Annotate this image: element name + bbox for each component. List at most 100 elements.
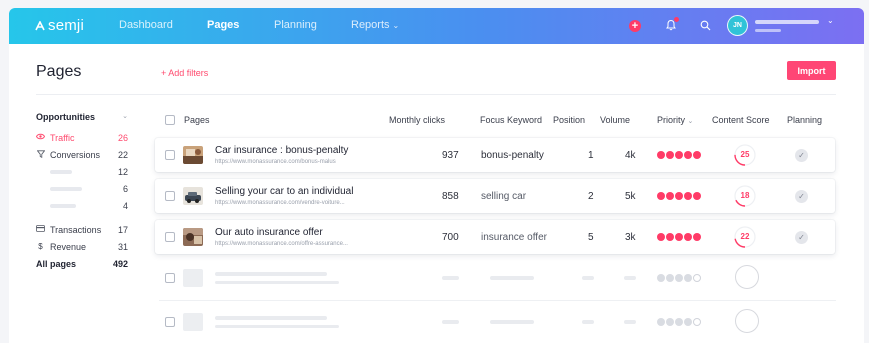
add-icon[interactable]: + — [629, 20, 641, 32]
priority-dot — [684, 318, 692, 326]
user-menu-chevron-icon[interactable]: ⌄ — [827, 16, 834, 25]
sidebar-item-count: 4 — [122, 200, 128, 211]
priority-rating — [657, 151, 701, 159]
sidebar-subitem[interactable]: 6 — [36, 180, 128, 197]
url-placeholder — [215, 281, 339, 284]
row-checkbox[interactable] — [165, 273, 175, 283]
top-navbar: semji Dashboard Pages Planning Reports ⌄ … — [9, 8, 864, 44]
opportunities-sidebar: Opportunities ⌄ Traffic 26 Conversions 2… — [35, 112, 128, 272]
column-header-focus-keyword[interactable]: Focus Keyword — [480, 115, 542, 125]
column-header-planning[interactable]: Planning — [787, 115, 822, 125]
volume-placeholder — [624, 320, 636, 324]
user-name-placeholder — [755, 20, 819, 24]
sidebar-item-count: 6 — [122, 183, 128, 194]
table-row-placeholder — [155, 306, 835, 340]
sidebar-subitem[interactable]: 12 — [36, 163, 128, 180]
planning-check-icon[interactable]: ✓ — [795, 190, 808, 203]
dollar-icon: $ — [38, 242, 43, 251]
divider — [36, 94, 836, 95]
sort-icon: ⌄ — [687, 118, 694, 125]
position-placeholder — [582, 320, 594, 324]
priority-dot — [693, 274, 701, 282]
sidebar-item-conversions[interactable]: Conversions 22 — [36, 146, 128, 163]
page-title: Pages — [36, 63, 82, 80]
page-thumbnail — [183, 228, 203, 246]
sidebar-item-all-pages[interactable]: All pages 492 — [36, 255, 128, 272]
sidebar-item-traffic[interactable]: Traffic 26 — [35, 129, 128, 146]
row-checkbox[interactable] — [165, 191, 175, 201]
priority-dot — [684, 192, 692, 200]
sidebar-section-title: Opportunities — [36, 112, 95, 122]
sidebar-item-transactions[interactable]: Transactions 17 — [36, 221, 128, 238]
sidebar-section-header[interactable]: Opportunities ⌄ — [36, 112, 128, 125]
priority-dot — [675, 192, 683, 200]
select-all-checkbox[interactable] — [165, 115, 175, 125]
import-button[interactable]: Import — [787, 61, 836, 80]
page-title-link[interactable]: Our auto insurance offer — [215, 227, 323, 238]
nav-dashboard[interactable]: Dashboard — [119, 19, 173, 31]
page-title-link[interactable]: Selling your car to an individual — [215, 186, 353, 197]
chevron-down-icon: ⌄ — [392, 21, 400, 30]
content-score[interactable]: 22 — [733, 225, 757, 249]
column-header-volume[interactable]: Volume — [600, 115, 630, 125]
content-score[interactable]: 25 — [733, 143, 757, 167]
search-icon[interactable] — [698, 18, 712, 32]
volume-placeholder — [624, 276, 636, 280]
row-checkbox[interactable] — [165, 232, 175, 242]
column-header-monthly-clicks[interactable]: Monthly clicks — [389, 115, 445, 125]
page-title-link[interactable]: Car insurance : bonus-penalty — [215, 145, 348, 156]
clicks-placeholder — [442, 276, 459, 280]
position-placeholder — [582, 276, 594, 280]
page-url: https://www.monassurance.com/vendre-voit… — [215, 200, 345, 206]
priority-rating — [657, 233, 701, 241]
table-row[interactable]: Car insurance : bonus-penalty https://ww… — [155, 138, 835, 172]
priority-dot — [666, 192, 674, 200]
keyword-placeholder — [490, 320, 534, 324]
sidebar-item-label: Conversions — [50, 149, 101, 160]
sidebar-subitem[interactable]: 4 — [36, 197, 128, 214]
priority-dot — [675, 274, 683, 282]
user-avatar[interactable]: JN — [727, 15, 748, 36]
priority-dot — [675, 318, 683, 326]
priority-dot — [675, 151, 683, 159]
logo-icon — [35, 20, 45, 31]
sidebar-item-label: Revenue — [50, 241, 87, 252]
row-checkbox[interactable] — [165, 317, 175, 327]
table-header: Pages Monthly clicks Focus Keyword Posit… — [159, 113, 836, 127]
column-header-pages[interactable]: Pages — [184, 115, 210, 125]
content-score-value: 18 — [740, 191, 750, 200]
app-logo[interactable]: semji — [35, 17, 84, 34]
priority-dot — [684, 151, 692, 159]
priority-dot — [657, 274, 665, 282]
add-filters-link[interactable]: + Add filters — [161, 68, 208, 78]
priority-dot — [693, 233, 701, 241]
sidebar-item-revenue[interactable]: $ Revenue 31 — [36, 238, 128, 255]
app-window: semji Dashboard Pages Planning Reports ⌄ … — [9, 8, 864, 343]
table-row[interactable]: Selling your car to an individual https:… — [155, 179, 835, 213]
divider — [159, 300, 836, 301]
page-thumbnail — [183, 146, 203, 164]
column-header-content-score[interactable]: Content Score — [712, 115, 770, 125]
content-score-value: 22 — [740, 232, 750, 241]
monthly-clicks: 937 — [442, 150, 459, 161]
column-header-priority[interactable]: Priority ⌄ — [657, 115, 693, 125]
priority-dot — [657, 233, 665, 241]
priority-dot — [675, 233, 683, 241]
column-header-position[interactable]: Position — [553, 115, 585, 125]
nav-reports[interactable]: Reports ⌄ — [351, 19, 399, 31]
bell-icon[interactable] — [664, 17, 679, 32]
nav-planning[interactable]: Planning — [274, 19, 317, 31]
row-checkbox[interactable] — [165, 150, 175, 160]
eye-icon — [35, 133, 46, 142]
priority-dot — [693, 151, 701, 159]
nav-pages[interactable]: Pages — [207, 19, 239, 31]
planning-check-icon[interactable]: ✓ — [795, 149, 808, 162]
volume: 4k — [625, 150, 636, 161]
priority-dot — [684, 233, 692, 241]
planning-check-icon[interactable]: ✓ — [795, 231, 808, 244]
filter-icon — [36, 149, 45, 160]
table-row[interactable]: Our auto insurance offer https://www.mon… — [155, 220, 835, 254]
priority-placeholder — [657, 274, 701, 282]
user-role-placeholder — [755, 29, 781, 32]
content-score[interactable]: 18 — [733, 184, 757, 208]
